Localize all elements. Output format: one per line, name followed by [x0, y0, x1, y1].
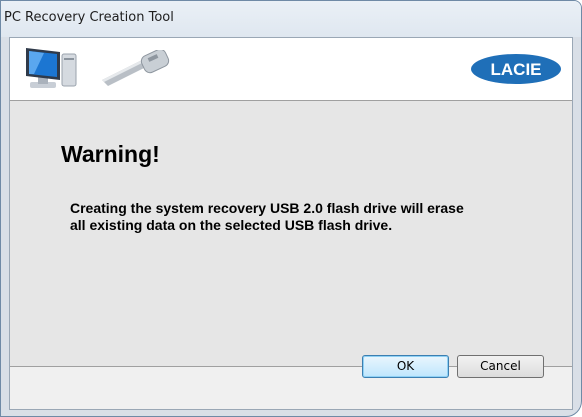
- lacie-logo: LACIE: [471, 54, 561, 84]
- ok-button[interactable]: OK: [362, 355, 449, 378]
- computer-icon: [26, 48, 77, 88]
- logo-text: LACIE: [491, 60, 542, 79]
- window-title: PC Recovery Creation Tool: [4, 10, 174, 25]
- title-bar[interactable]: PC Recovery Creation Tool: [1, 1, 581, 37]
- usb-key-icon: [102, 50, 170, 86]
- header-banner: LACIE: [10, 38, 572, 101]
- warning-heading: Warning!: [61, 141, 160, 167]
- warning-message: Creating the system recovery USB 2.0 fla…: [70, 200, 464, 233]
- dialog-window: PC Recovery Creation Tool LACIE Warning!…: [0, 0, 582, 417]
- cancel-button[interactable]: Cancel: [457, 355, 544, 378]
